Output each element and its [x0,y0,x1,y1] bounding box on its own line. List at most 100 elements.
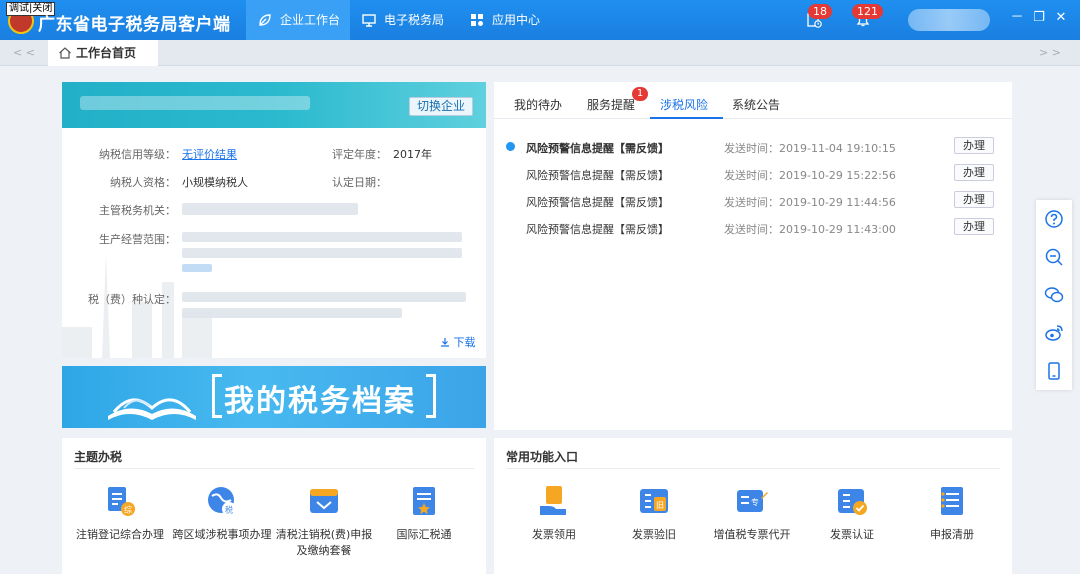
nav-tab-label: 电子税务局 [384,13,445,27]
title-bar: 调试|关闭 广东省电子税务局客户端 企业工作台 电子税务局 应用中心 18 12… [0,0,1080,40]
banner-bracket-left [212,374,222,418]
function-label: 发票验旧 [632,528,676,541]
switch-company-button[interactable]: 切换企业 [409,97,473,116]
function-label: 增值税专票代开 [713,528,791,541]
credit-level-label: 纳税信用等级： [99,148,176,161]
risk-message-time: 发送时间：2019-10-29 11:43:00 [724,223,896,236]
vat-invoice-icon: 专 [737,490,768,512]
theme-tax-section: 主题办税 综 注销登记综合办理 税 跨区域涉税事项办理 清税注销税(费)申报及缴… [62,438,486,574]
svg-text:税: 税 [225,505,233,515]
service-reminder-badge: 1 [632,87,648,101]
function-declaration-list[interactable]: 申报清册 [902,484,1002,543]
floating-toolbar [1036,200,1072,390]
nav-tab-label: 企业工作台 [280,13,341,27]
tax-authority-label: 主管税务机关： [99,204,176,217]
minimize-button[interactable]: － [1010,11,1024,25]
theme-item-international-tax[interactable]: 国际汇税通 [374,484,474,543]
rating-year-label: 评定年度： [332,148,387,161]
maximize-button[interactable]: ❐ [1032,11,1046,25]
tab-my-todo[interactable]: 我的待办 [514,96,562,113]
business-scope-redacted [182,264,212,272]
svg-text:专: 专 [751,497,759,507]
international-tax-icon [413,487,435,515]
function-label: 发票认证 [830,528,874,541]
risk-message-time: 发送时间：2019-10-29 15:22:56 [724,169,896,182]
close-button[interactable]: ✕ [1054,11,1068,25]
function-invoice-auth[interactable]: 发票认证 [802,484,902,543]
nav-tab-app-center[interactable]: 应用中心 [458,0,558,40]
risk-message-row[interactable]: 风险预警信息提醒【需反馈】 发送时间：2019-10-29 11:44:56 办… [494,191,1012,211]
user-avatar-name[interactable] [908,9,990,31]
risk-message-title[interactable]: 风险预警信息提醒【需反馈】 [526,167,669,183]
risk-message-time: 发送时间：2019-11-04 19:10:15 [724,142,896,155]
help-question-icon[interactable] [1044,209,1064,229]
home-icon [59,47,71,59]
mobile-phone-icon[interactable] [1044,361,1064,381]
common-functions-section: 常用功能入口 发票领用 旧 发票验旧 专 增值税专票代开 发票认证 申报清册 [494,438,1012,574]
business-scope-redacted [182,248,462,258]
handle-button[interactable]: 办理 [954,137,994,154]
nav-tab-enterprise-workbench[interactable]: 企业工作台 [246,0,350,40]
tab-system-notice[interactable]: 系统公告 [732,96,780,113]
function-invoice-receive[interactable]: 发票领用 [504,484,604,543]
risk-message-row[interactable]: 风险预警信息提醒【需反馈】 发送时间：2019-10-29 11:43:00 办… [494,218,1012,238]
grid-apps-icon [471,14,483,26]
taxpayer-qualification-value: 小规模纳税人 [182,176,248,189]
scroll-left-button[interactable]: < < [4,40,44,66]
function-label: 申报清册 [930,528,974,541]
tab-service-reminder[interactable]: 服务提醒 [587,96,635,113]
theme-item-label: 清税注销税(费)申报及缴纳套餐 [275,528,373,557]
section-title: 常用功能入口 [506,450,579,464]
risk-message-title[interactable]: 风险预警信息提醒【需反馈】 [526,140,669,156]
function-vat-invoice[interactable]: 专 增值税专票代开 [702,484,802,543]
risk-message-time: 发送时间：2019-10-29 11:44:56 [724,196,896,209]
risk-message-row[interactable]: 风险预警信息提醒【需反馈】 发送时间：2019-10-29 15:22:56 办… [494,164,1012,184]
tab-workbench-home[interactable]: 工作台首页 [48,40,158,66]
scroll-right-button[interactable]: > > [1030,40,1070,66]
taxpayer-qualification-label: 纳税人资格： [110,176,176,189]
handle-button[interactable]: 办理 [954,218,994,235]
theme-item-label: 国际汇税通 [396,528,452,541]
nav-tab-label: 应用中心 [492,13,541,27]
search-zoom-out-icon[interactable] [1044,247,1064,267]
nav-tab-e-tax-bureau[interactable]: 电子税务局 [350,0,460,40]
monitor-icon [362,14,376,27]
rating-year-value: 2017年 [393,148,432,161]
my-tax-archive-banner[interactable]: 我的税务档案 [62,366,486,428]
messages-panel: 我的待办 服务提醒 涉税风险 系统公告 [494,82,1012,430]
company-header: 切换企业 [62,82,486,128]
function-invoice-verify[interactable]: 旧 发票验旧 [604,484,704,543]
leaf-icon [259,14,271,26]
tax-type-label: 税（费）种认定： [88,293,176,306]
theme-item-tax-clearance[interactable]: 清税注销税(费)申报及缴纳套餐 [274,484,374,559]
theme-item-label: 跨区域涉税事项办理 [172,528,272,541]
business-scope-redacted [182,232,462,242]
deregister-icon: 综 [108,487,135,516]
page-tab-strip: < < 工作台首页 > > [0,40,1080,66]
theme-item-deregister[interactable]: 综 注销登记综合办理 [70,484,170,543]
invoice-receive-icon [540,486,566,515]
weibo-icon[interactable] [1044,323,1064,343]
credit-level-value[interactable]: 无评价结果 [182,146,237,162]
svg-text:综: 综 [124,505,132,515]
invoice-verify-icon: 旧 [640,489,668,513]
risk-message-row[interactable]: 风险预警信息提醒【需反馈】 发送时间：2019-11-04 19:10:15 办… [494,137,1012,157]
tab-divider [494,118,1012,119]
download-label: 下载 [453,336,476,349]
risk-message-title[interactable]: 风险预警信息提醒【需反馈】 [526,221,669,237]
section-title: 主题办税 [74,450,123,464]
business-scope-label: 生产经营范围： [99,233,176,246]
tab-label: 工作台首页 [76,46,137,60]
handle-button[interactable]: 办理 [954,191,994,208]
tab-tax-risk[interactable]: 涉税风险 [660,96,708,113]
handle-button[interactable]: 办理 [954,164,994,181]
chat-bubble-icon[interactable] [1044,285,1064,305]
risk-message-title[interactable]: 风险预警信息提醒【需反馈】 [526,194,669,210]
invoice-auth-icon [838,489,867,515]
theme-item-cross-region[interactable]: 税 跨区域涉税事项办理 [172,484,272,543]
tax-authority-redacted [182,203,358,215]
unread-dot-icon [506,142,515,151]
tax-type-redacted [182,308,402,318]
download-link[interactable]: 下载 [440,334,476,350]
download-icon [441,338,449,347]
